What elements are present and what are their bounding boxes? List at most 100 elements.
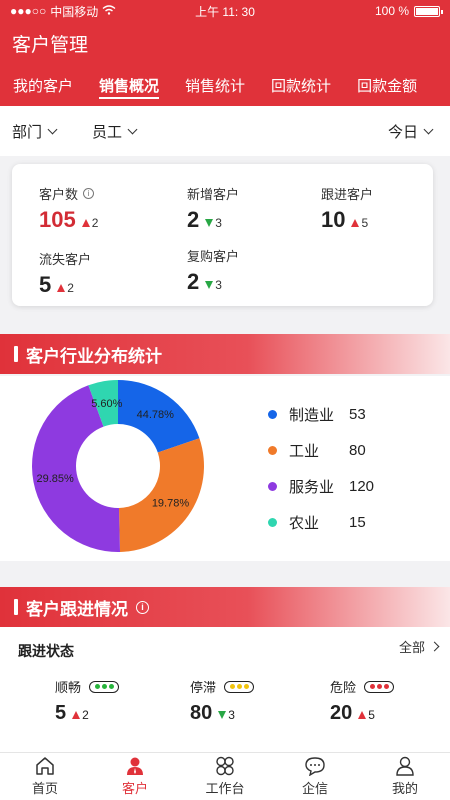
staff-filter-label: 员工	[92, 123, 123, 141]
stat-new[interactable]: 新增客户 2 3	[187, 184, 239, 233]
arrow-up-icon	[351, 219, 360, 227]
traffic-light-icon	[364, 680, 395, 693]
stat-follow[interactable]: 跟进客户 10 5	[321, 184, 373, 233]
chart-legend: 制造业 53 工业 80 服务业 120 农业 15	[268, 396, 374, 540]
follow-status-item[interactable]: 危险 20 5	[330, 677, 440, 725]
chevron-down-icon	[47, 124, 58, 134]
tab-payment-stats[interactable]: 回款统计	[258, 64, 344, 106]
clock: 上午 11: 30	[195, 4, 255, 19]
legend-item[interactable]: 农业 15	[268, 504, 374, 540]
arrow-up-icon	[72, 711, 81, 719]
legend-value: 120	[349, 477, 375, 495]
follow-value: 5	[55, 702, 67, 724]
donut-slice[interactable]	[118, 438, 204, 552]
stat-label-row: 新增客户	[187, 184, 239, 203]
stat-delta: 3	[205, 216, 222, 230]
stat-delta-value: 5	[361, 216, 369, 230]
follow-delta: 3	[218, 708, 235, 722]
section-title: 客户跟进情况	[26, 599, 128, 619]
tab-label: 销售概况	[99, 77, 160, 95]
tab-sales-stats[interactable]: 销售统计	[172, 64, 258, 106]
arrow-down-icon	[218, 711, 227, 719]
stat-value: 105	[39, 207, 76, 232]
dept-filter[interactable]: 部门	[12, 121, 58, 142]
follow-status-item[interactable]: 顺畅 5 2	[55, 677, 165, 725]
stat-customers[interactable]: 客户数 i 105 2	[39, 184, 98, 233]
donut-chart: 44.78% 19.78% 29.85% 5.60%	[32, 380, 204, 552]
legend-category: 工业	[289, 442, 320, 460]
stats-card: 客户数 i 105 2 新增客户 2 3 跟进客户 10 5 流失客户 5 2 …	[12, 164, 433, 306]
legend-value: 53	[349, 405, 366, 423]
info-icon[interactable]: i	[83, 188, 95, 199]
legend-dot	[268, 481, 277, 491]
app-header: 客户管理	[0, 22, 450, 64]
home-icon	[36, 757, 54, 775]
tabbar-label: 工作台	[205, 781, 245, 796]
legend-category: 农业	[289, 514, 320, 532]
stat-label-row: 流失客户	[39, 249, 91, 268]
tabbar-workbench[interactable]: 工作台	[180, 753, 270, 800]
tabbar-label: 企信	[301, 781, 328, 796]
follow-value-row: 52	[55, 702, 165, 725]
follow-delta-value: 3	[228, 708, 235, 722]
industry-chart: 44.78% 19.78% 29.85% 5.60% 制造业 53 工业 80 服务业 120 农…	[0, 376, 450, 561]
follow-label: 顺畅	[55, 680, 82, 695]
legend-item[interactable]: 工业 80	[268, 432, 374, 468]
stat-value: 10	[321, 207, 346, 232]
follow-label: 停滞	[190, 680, 217, 695]
stat-label-row: 跟进客户	[321, 184, 373, 203]
view-all-link[interactable]: 全部	[399, 637, 440, 656]
tabbar-home[interactable]: 首页	[0, 753, 90, 800]
stat-value: 2	[187, 269, 200, 294]
stat-delta: 2	[57, 281, 74, 295]
follow-heading: 跟进状态	[18, 643, 74, 659]
status-bar: ●●●○○ 中国移动 上午 11: 30 100 %	[0, 0, 450, 22]
tab-label: 销售统计	[185, 77, 246, 95]
legend-dot	[268, 445, 277, 455]
legend-value: 15	[349, 513, 366, 531]
legend-item[interactable]: 制造业 53	[268, 396, 374, 432]
traffic-light-icon	[224, 680, 255, 693]
top-tabs: 我的客户 销售概况 销售统计 回款统计 回款金额	[0, 64, 450, 106]
info-icon[interactable]: i	[136, 600, 149, 614]
follow-delta: 5	[358, 708, 375, 722]
tabbar-me[interactable]: 我的	[360, 753, 450, 800]
staff-filter[interactable]: 员工	[92, 121, 138, 142]
tab-sales-overview[interactable]: 销售概况	[86, 64, 172, 106]
legend-item[interactable]: 服务业 120	[268, 468, 374, 504]
slice-percent-label: 44.78%	[137, 409, 175, 421]
tab-my-customers[interactable]: 我的客户	[0, 64, 86, 106]
section-marker	[14, 346, 18, 362]
follow-label-row: 停滞	[190, 677, 300, 696]
stat-label: 新增客户	[187, 187, 240, 202]
stat-value-row: 105 2	[39, 207, 98, 233]
section-title: 客户行业分布统计	[26, 346, 162, 366]
legend-dot	[268, 409, 277, 419]
tab-payment-amount[interactable]: 回款金额	[344, 64, 430, 106]
follow-label-row: 危险	[330, 677, 440, 696]
tabbar-customer[interactable]: 客户	[90, 753, 180, 800]
stat-delta: 3	[205, 278, 222, 292]
slice-percent-label: 29.85%	[36, 473, 74, 485]
tabbar-message[interactable]: 企信	[270, 753, 360, 800]
follow-delta: 2	[72, 708, 89, 722]
legend-category: 制造业	[289, 406, 335, 424]
stat-delta-value: 3	[215, 216, 222, 230]
period-filter[interactable]: 今日	[387, 121, 434, 142]
industry-section-header: 客户行业分布统计	[0, 334, 450, 374]
period-filter-label: 今日	[387, 123, 418, 141]
stat-repeat[interactable]: 复购客户 2 3	[187, 246, 239, 295]
follow-status-item[interactable]: 停滞 80 3	[190, 677, 300, 725]
arrow-up-icon	[358, 711, 367, 719]
filter-bar: 部门 员工 今日	[0, 106, 450, 156]
stat-lost[interactable]: 流失客户 5 2	[39, 249, 91, 298]
page-title: 客户管理	[12, 34, 89, 56]
arrow-up-icon	[57, 284, 66, 292]
stat-label: 跟进客户	[321, 187, 374, 202]
arrow-down-icon	[205, 219, 214, 227]
stat-label: 流失客户	[39, 252, 92, 267]
tabbar-label: 首页	[31, 781, 58, 796]
follow-label: 危险	[330, 680, 357, 695]
follow-delta-value: 2	[82, 708, 89, 722]
stat-label-row: 客户数 i	[39, 184, 98, 203]
